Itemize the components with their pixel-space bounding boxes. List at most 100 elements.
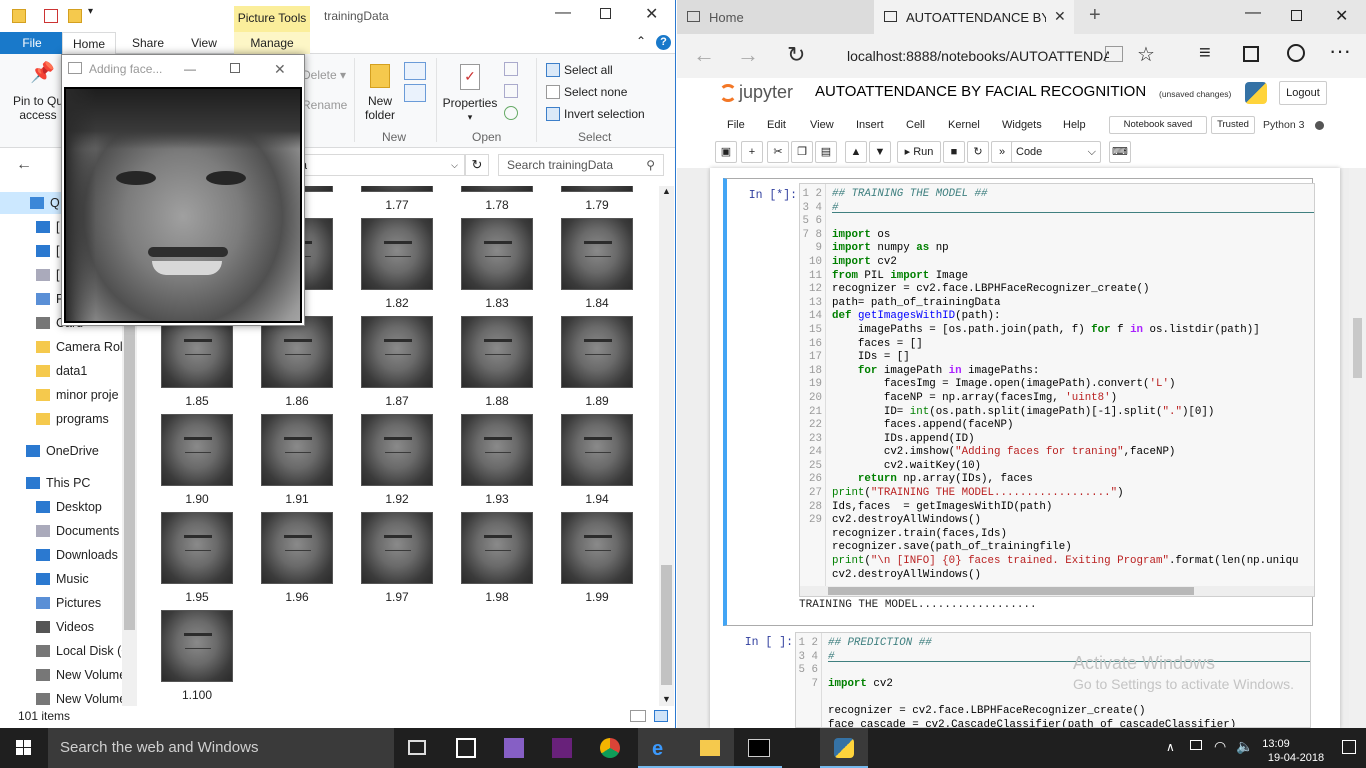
minimize-button[interactable]: — <box>1245 4 1261 22</box>
nav-item[interactable]: Videos <box>0 616 122 638</box>
address-bar[interactable]: ta ⌵ <box>290 154 465 176</box>
tab-file[interactable]: File <box>0 32 64 54</box>
file-name[interactable]: 1.99 <box>552 590 642 604</box>
file-thumbnail[interactable] <box>161 316 233 388</box>
taskbar-chrome[interactable] <box>586 728 634 768</box>
move-down-icon[interactable]: ▼ <box>869 141 891 163</box>
file-thumbnail[interactable] <box>461 316 533 388</box>
logout-button[interactable]: Logout <box>1279 81 1327 105</box>
file-thumbnail[interactable] <box>261 512 333 584</box>
file-name[interactable]: 1.79 <box>552 198 642 212</box>
file-thumbnail[interactable] <box>161 512 233 584</box>
invert-selection-button[interactable]: Invert selection <box>544 104 645 124</box>
more-icon[interactable]: ··· <box>1329 38 1351 64</box>
file-thumbnail[interactable] <box>361 316 433 388</box>
file-thumbnail[interactable] <box>361 414 433 486</box>
taskbar-search-input[interactable]: Search the web and Windows <box>48 728 394 768</box>
copy-icon[interactable]: ❐ <box>791 141 813 163</box>
restart-icon[interactable]: ↻ <box>967 141 989 163</box>
action-center-icon[interactable] <box>1342 740 1356 754</box>
file-thumbnail[interactable] <box>461 414 533 486</box>
history-icon[interactable] <box>504 106 518 120</box>
properties-icon[interactable] <box>44 9 58 23</box>
file-thumbnail[interactable] <box>161 414 233 486</box>
browser-scrollbar[interactable] <box>1349 168 1366 728</box>
file-name[interactable]: 1.97 <box>352 590 442 604</box>
close-button[interactable]: ✕ <box>1335 6 1348 26</box>
scroll-up-icon[interactable]: ▲ <box>662 186 671 196</box>
tab-manage[interactable]: Manage <box>234 32 310 54</box>
tab-notebook[interactable]: AUTOATTENDANCE BY F ✕ <box>874 0 1074 34</box>
back-arrow-icon[interactable]: ← <box>693 42 715 68</box>
new-item-icon[interactable] <box>404 62 426 80</box>
code-text[interactable]: ## TRAINING THE MODEL ## # import os imp… <box>832 188 1299 582</box>
menu-insert[interactable]: Insert <box>856 119 884 131</box>
share-icon[interactable] <box>1287 44 1305 62</box>
taskbar-store[interactable] <box>442 728 490 768</box>
search-input[interactable]: Search trainingData ⚲ <box>498 154 664 176</box>
menu-file[interactable]: File <box>727 119 745 131</box>
insert-cell-icon[interactable]: + <box>741 141 763 163</box>
new-folder-icon[interactable] <box>68 9 82 23</box>
file-name[interactable]: 1.93 <box>452 492 542 506</box>
nav-item[interactable]: minor proje <box>0 384 122 406</box>
file-name[interactable]: 1.78 <box>452 198 542 212</box>
file-name[interactable]: 1.77 <box>352 198 442 212</box>
menu-view[interactable]: View <box>810 119 834 131</box>
new-tab-button[interactable]: + <box>1089 4 1101 27</box>
file-name[interactable]: 1.84 <box>552 296 642 310</box>
new-folder-button[interactable]: New folder <box>360 64 400 122</box>
open-icon[interactable] <box>504 62 518 76</box>
cell-type-select[interactable]: Code ⌵ <box>1011 141 1101 163</box>
notebook-title[interactable]: AUTOATTENDANCE BY FACIAL RECOGNITION <box>815 83 1146 100</box>
stop-icon[interactable]: ■ <box>943 141 965 163</box>
jupyter-logo-text[interactable]: jupyter <box>739 82 793 103</box>
file-name[interactable]: 1.95 <box>152 590 242 604</box>
file-thumbnail[interactable] <box>261 414 333 486</box>
nav-item[interactable]: data1 <box>0 360 122 382</box>
large-icons-view-icon[interactable] <box>654 710 668 722</box>
tab-home[interactable]: Home <box>62 32 116 55</box>
rename-button[interactable]: Rename <box>302 98 347 112</box>
file-thumbnail[interactable] <box>561 218 633 290</box>
nav-item[interactable]: Pictures <box>0 592 122 614</box>
file-name[interactable]: 1.82 <box>352 296 442 310</box>
nav-item[interactable]: Camera Roll <box>0 336 122 358</box>
maximize-button[interactable] <box>1291 10 1302 21</box>
taskbar-file-explorer[interactable] <box>686 728 734 768</box>
close-tab-icon[interactable]: ✕ <box>1054 8 1066 25</box>
file-name[interactable]: 1.86 <box>252 394 342 408</box>
file-thumbnail[interactable] <box>461 512 533 584</box>
cut-icon[interactable]: ✂ <box>767 141 789 163</box>
menu-kernel[interactable]: Kernel <box>948 119 980 131</box>
file-name[interactable]: 1.90 <box>152 492 242 506</box>
task-view-button[interactable] <box>394 728 442 768</box>
back-arrow-icon[interactable]: ← <box>16 156 32 174</box>
collapse-ribbon-icon[interactable]: ⌃ <box>636 34 646 48</box>
file-name[interactable]: 1.100 <box>152 688 242 702</box>
select-none-button[interactable]: Select none <box>544 82 627 102</box>
close-button[interactable]: ✕ <box>645 4 658 24</box>
nav-item[interactable]: programs <box>0 408 122 430</box>
horizontal-scrollbar-thumb[interactable] <box>828 587 1194 595</box>
file-name[interactable]: 1.87 <box>352 394 442 408</box>
move-up-icon[interactable]: ▲ <box>845 141 867 163</box>
file-name[interactable]: 1.94 <box>552 492 642 506</box>
address-bar[interactable]: localhost:8888/notebooks/AUTOATTENDA <box>847 45 1109 67</box>
customize-quick-access-icon[interactable]: ▾ <box>88 6 93 17</box>
file-name[interactable]: 1.89 <box>552 394 642 408</box>
menu-edit[interactable]: Edit <box>767 119 786 131</box>
trusted-indicator[interactable]: Trusted <box>1211 116 1255 134</box>
taskbar-python[interactable] <box>820 728 868 768</box>
chevron-down-icon[interactable]: ⌵ <box>451 155 458 175</box>
file-thumbnail[interactable] <box>561 414 633 486</box>
nav-item[interactable]: Local Disk (C <box>0 640 122 662</box>
file-name[interactable]: 1.88 <box>452 394 542 408</box>
easy-access-icon[interactable] <box>404 84 426 102</box>
file-name[interactable]: 1.91 <box>252 492 342 506</box>
file-scrollbar-thumb[interactable] <box>661 565 672 685</box>
nav-item[interactable]: Desktop <box>0 496 122 518</box>
fast-forward-icon[interactable]: » <box>991 141 1013 163</box>
taskbar-cmd[interactable] <box>734 728 782 768</box>
clock-date[interactable]: 19-04-2018 <box>1254 752 1338 764</box>
